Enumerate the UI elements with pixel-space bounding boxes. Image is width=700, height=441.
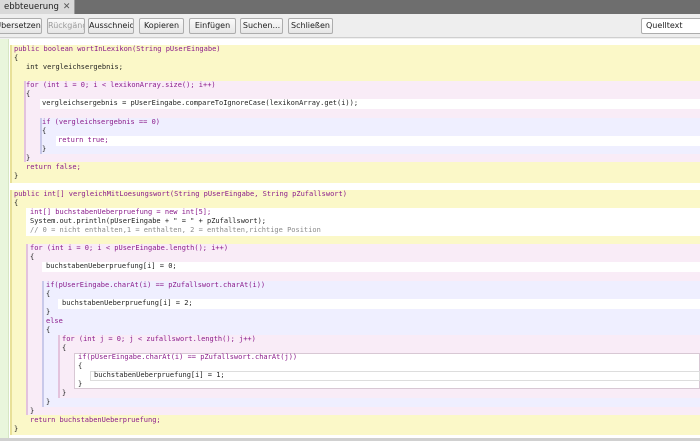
undo-button[interactable]: Rückgängig: [47, 18, 85, 34]
scope-body-line: [40, 99, 700, 109]
cut-button[interactable]: Ausschneiden: [88, 18, 134, 34]
compile-button[interactable]: Übersetzen: [0, 18, 42, 34]
scope-decl-lines: [26, 208, 700, 236]
close-button[interactable]: Schließen: [288, 18, 333, 34]
scope-init-line: [42, 262, 700, 272]
editor-tab[interactable]: ebbteuerung ✕: [0, 0, 76, 14]
paste-button[interactable]: Einfügen: [189, 18, 236, 34]
scope-assign1-line: [90, 371, 700, 381]
editor-gutter: [0, 39, 9, 438]
view-select[interactable]: Quelltext: [641, 18, 700, 34]
scope-return-line: [56, 136, 700, 146]
scope-assign2-line: [58, 299, 700, 309]
editor-tab-label: ebbteuerung: [4, 2, 59, 12]
code-editor[interactable]: public boolean wortInLexikon(String pUse…: [0, 39, 700, 438]
find-button[interactable]: Suchen...: [240, 18, 283, 34]
toolbar: Übersetzen Rückgängig Ausschneiden Kopie…: [0, 14, 700, 38]
tab-bar: ebbteuerung ✕: [0, 0, 700, 14]
close-tab-icon[interactable]: ✕: [63, 0, 71, 14]
copy-button[interactable]: Kopieren: [139, 18, 184, 34]
